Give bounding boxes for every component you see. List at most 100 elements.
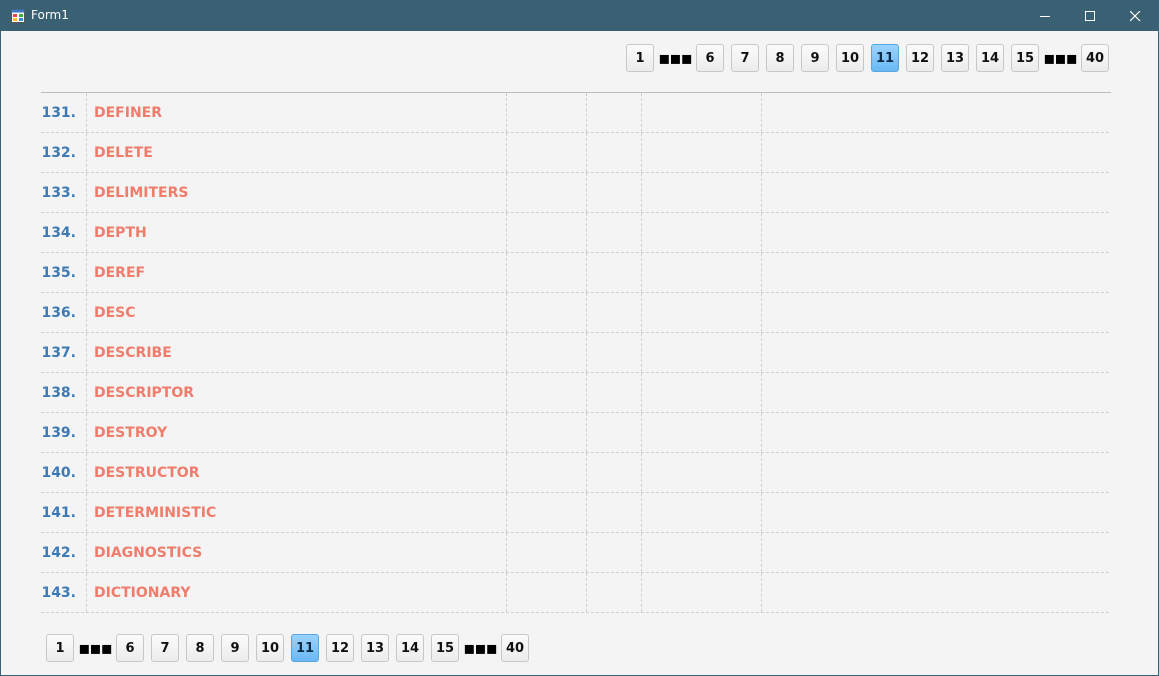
page-button-8[interactable]: 8 [186, 634, 214, 662]
page-button-9[interactable]: 9 [221, 634, 249, 662]
empty-cell [587, 253, 642, 292]
page-button-13[interactable]: 13 [941, 44, 969, 72]
keyword-name: DICTIONARY [87, 573, 507, 612]
empty-cell [642, 493, 762, 532]
row-number: 140. [41, 453, 87, 492]
page-button-10[interactable]: 10 [836, 44, 864, 72]
row-number: 135. [41, 253, 87, 292]
empty-cell [507, 213, 587, 252]
empty-cell [642, 93, 762, 132]
minimize-button[interactable] [1022, 1, 1068, 31]
page-button-1[interactable]: 1 [626, 44, 654, 72]
list-item[interactable]: 131. DEFINER [41, 93, 1109, 133]
page-button-11[interactable]: 11 [291, 634, 319, 662]
empty-cell [507, 293, 587, 332]
empty-cell [507, 493, 587, 532]
row-number: 137. [41, 333, 87, 372]
list-item[interactable]: 139. DESTROY [41, 413, 1109, 453]
keyword-name: DEPTH [87, 213, 507, 252]
row-number: 143. [41, 573, 87, 612]
empty-cell [642, 533, 762, 572]
empty-cell [507, 133, 587, 172]
empty-cell [587, 493, 642, 532]
row-number: 134. [41, 213, 87, 252]
row-number: 139. [41, 413, 87, 452]
empty-cell [507, 533, 587, 572]
empty-cell [587, 373, 642, 412]
page-button-12[interactable]: 12 [326, 634, 354, 662]
keyword-name: DEREF [87, 253, 507, 292]
keyword-list: 131. DEFINER 132. DELETE 133. DELIMITERS 134. D… [41, 93, 1109, 613]
page-button-15[interactable]: 15 [431, 634, 459, 662]
page-button-9[interactable]: 9 [801, 44, 829, 72]
list-item[interactable]: 132. DELETE [41, 133, 1109, 173]
page-button-13[interactable]: 13 [361, 634, 389, 662]
empty-cell [507, 413, 587, 452]
page-button-6[interactable]: 6 [116, 634, 144, 662]
empty-cell [642, 173, 762, 212]
empty-cell [507, 333, 587, 372]
empty-cell [587, 213, 642, 252]
keyword-name: DELETE [87, 133, 507, 172]
empty-cell [642, 293, 762, 332]
empty-cell [587, 333, 642, 372]
maximize-button[interactable] [1067, 1, 1113, 31]
list-item[interactable]: 137. DESCRIBE [41, 333, 1109, 373]
empty-cell [507, 373, 587, 412]
empty-cell [642, 453, 762, 492]
empty-cell [587, 133, 642, 172]
page-button-7[interactable]: 7 [151, 634, 179, 662]
pagination-top: 1 ▪▪▪ 6 7 8 9 10 11 12 13 14 15 ▪▪▪ 40 [626, 44, 1116, 74]
empty-cell [642, 373, 762, 412]
page-button-11[interactable]: 11 [871, 44, 899, 72]
page-button-40[interactable]: 40 [1081, 44, 1109, 72]
pager-ellipsis: ▪▪▪ [78, 637, 113, 659]
page-button-6[interactable]: 6 [696, 44, 724, 72]
page-button-12[interactable]: 12 [906, 44, 934, 72]
empty-cell [642, 213, 762, 252]
page-button-14[interactable]: 14 [396, 634, 424, 662]
empty-cell [587, 573, 642, 612]
list-item[interactable]: 134. DEPTH [41, 213, 1109, 253]
empty-cell [507, 453, 587, 492]
close-button[interactable] [1112, 1, 1158, 31]
row-number: 136. [41, 293, 87, 332]
row-number: 141. [41, 493, 87, 532]
list-item[interactable]: 133. DELIMITERS [41, 173, 1109, 213]
empty-cell [587, 293, 642, 332]
list-item[interactable]: 141. DETERMINISTIC [41, 493, 1109, 533]
empty-cell [587, 533, 642, 572]
page-button-14[interactable]: 14 [976, 44, 1004, 72]
empty-cell [642, 133, 762, 172]
empty-cell [507, 253, 587, 292]
pager-ellipsis: ▪▪▪ [658, 47, 693, 69]
page-button-7[interactable]: 7 [731, 44, 759, 72]
empty-cell [642, 253, 762, 292]
list-item[interactable]: 136. DESC [41, 293, 1109, 333]
page-button-1[interactable]: 1 [46, 634, 74, 662]
list-item[interactable]: 138. DESCRIPTOR [41, 373, 1109, 413]
list-item[interactable]: 143. DICTIONARY [41, 573, 1109, 613]
empty-cell [642, 573, 762, 612]
keyword-name: DESTROY [87, 413, 507, 452]
page-button-40[interactable]: 40 [501, 634, 529, 662]
list-item[interactable]: 140. DESTRUCTOR [41, 453, 1109, 493]
empty-cell [587, 413, 642, 452]
empty-cell [507, 173, 587, 212]
row-number: 138. [41, 373, 87, 412]
list-item[interactable]: 135. DEREF [41, 253, 1109, 293]
keyword-name: DESCRIPTOR [87, 373, 507, 412]
empty-cell [587, 453, 642, 492]
keyword-name: DELIMITERS [87, 173, 507, 212]
app-icon [11, 9, 25, 23]
close-icon [1129, 10, 1140, 21]
page-button-15[interactable]: 15 [1011, 44, 1039, 72]
page-button-8[interactable]: 8 [766, 44, 794, 72]
window-title: Form1 [31, 8, 69, 22]
title-bar[interactable]: Form1 [1, 1, 1158, 31]
list-item[interactable]: 142. DIAGNOSTICS [41, 533, 1109, 573]
page-button-10[interactable]: 10 [256, 634, 284, 662]
keyword-name: DESC [87, 293, 507, 332]
keyword-name: DESCRIBE [87, 333, 507, 372]
empty-cell [587, 93, 642, 132]
